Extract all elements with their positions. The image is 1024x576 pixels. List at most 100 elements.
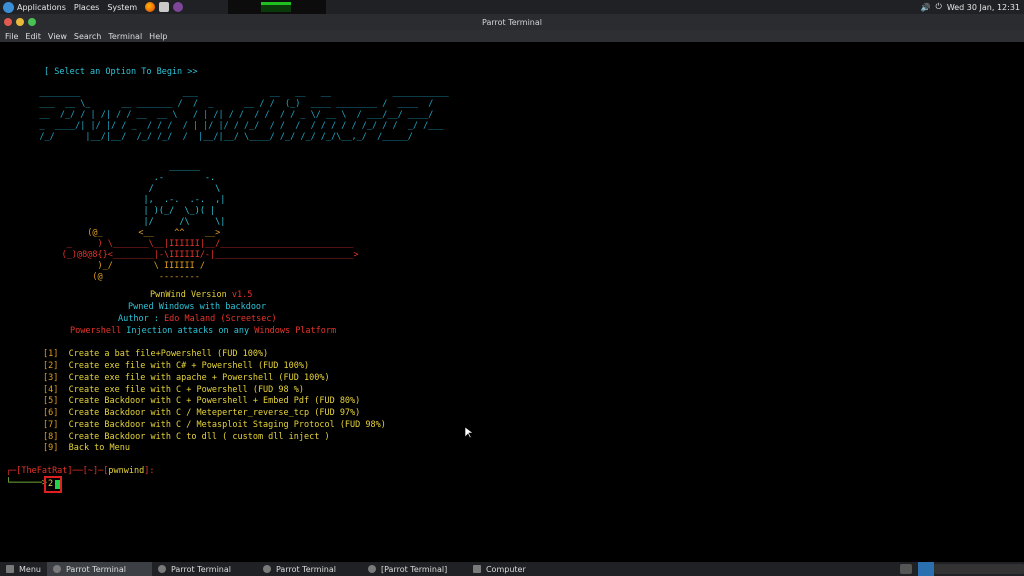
version-number: v1.5	[231, 290, 253, 300]
option-text: Back to Menu	[58, 443, 131, 453]
option-item: [2] Create exe file with C# + Powershell…	[43, 361, 309, 373]
close-window-icon[interactable]	[4, 18, 12, 26]
window-title: Parrot Terminal	[481, 17, 542, 27]
parrot-logo-icon[interactable]	[3, 1, 14, 13]
firefox-launcher-icon[interactable]	[145, 2, 156, 12]
prompt-module: pwnwind	[108, 466, 145, 476]
cpu-graph	[261, 2, 291, 12]
option-text: Create Backdoor with C to dll ( custom d…	[58, 432, 330, 442]
hacker-art-line: (@_ <__ ^^ __>	[0, 228, 221, 238]
option-text: Create Backdoor with C / Metasploit Stag…	[58, 420, 386, 430]
terminal-cursor	[55, 480, 60, 489]
menu-file[interactable]: File	[5, 32, 18, 41]
maximize-window-icon[interactable]	[28, 18, 36, 26]
hacker-art-line: / \	[0, 184, 221, 194]
option-number: [5]	[43, 396, 59, 406]
author-label: Author :	[118, 314, 165, 324]
hacker-art-line: (_)@8@8{}<________|-\IIIIII/-|__________…	[0, 250, 359, 260]
taskbar-item[interactable]: Parrot Terminal	[257, 562, 362, 576]
taskbar-item-label: Parrot Terminal	[170, 564, 231, 574]
window-titlebar[interactable]: Parrot Terminal	[0, 14, 1024, 30]
select-option-prompt: [ Select an Option To Begin >>	[44, 67, 198, 77]
terminal-icon	[52, 565, 61, 573]
power-icon[interactable]: ⏻	[935, 2, 941, 12]
workspace-panel[interactable]	[934, 564, 1024, 574]
places-menu[interactable]: Places	[74, 3, 99, 12]
terminal-icon	[367, 565, 376, 573]
mail-launcher-icon[interactable]	[159, 2, 170, 12]
taskbar-item-label: [Parrot Terminal]	[380, 564, 448, 574]
option-item: [9] Back to Menu	[43, 443, 130, 455]
version-line: PwnWind Version v1.5	[150, 290, 252, 302]
prompt-open: ┌─[	[6, 466, 22, 476]
option-item: [3] Create exe file with apache + Powers…	[43, 373, 330, 385]
menu-help[interactable]: Help	[149, 32, 167, 41]
top-panel: Applications Places System 🔊 ⏻ Wed 30 Ja…	[0, 0, 1024, 14]
ascii-logo-line: ___ __ \_ __ _______ / / _ __ / / (_) __…	[24, 99, 434, 109]
hacker-art-line: |/ /\ \|	[0, 217, 226, 227]
option-item: [5] Create Backdoor with C + Powershell …	[43, 396, 360, 408]
terminal-menubar: File Edit View Search Terminal Help	[0, 30, 1024, 42]
menu-edit[interactable]: Edit	[25, 32, 41, 41]
terminal-area[interactable]: [ Select an Option To Begin >> ________ …	[0, 42, 1024, 562]
option-item: [6] Create Backdoor with C / Meteperter_…	[43, 408, 360, 420]
prompt-arrow: └──────>	[6, 478, 47, 488]
injection-prefix: Powershell	[70, 326, 122, 336]
option-text: Create exe file with apache + Powershell…	[58, 373, 330, 383]
hacker-art-line: | )(_/ \_)( |	[0, 206, 216, 216]
clock[interactable]: Wed 30 Jan, 12:31	[947, 3, 1020, 12]
taskbar-item-label: Parrot Terminal	[65, 564, 126, 574]
taskbar-item[interactable]: [Parrot Terminal]	[362, 562, 467, 576]
ascii-logo-line: _ ____/| |/ |/ / _ / / / / | |/ |/ / /_/…	[24, 121, 444, 131]
menu-terminal[interactable]: Terminal	[108, 32, 142, 41]
option-text: Create Backdoor with C + Powershell + Em…	[58, 396, 361, 406]
hacker-art-line: )_/ \ IIIIII /	[0, 261, 205, 271]
option-text: Create exe file with C + Powershell (FUD…	[58, 385, 304, 395]
option-number: [1]	[43, 349, 59, 359]
option-number: [8]	[43, 432, 59, 442]
terminal-icon	[262, 565, 271, 573]
taskbar-item[interactable]: Parrot Terminal	[46, 562, 152, 576]
option-text: Create a bat file+Powershell (FUD 100%)	[58, 349, 269, 359]
option-number: [2]	[43, 361, 59, 371]
keyboard-layout-icon[interactable]	[900, 564, 912, 574]
option-number: [7]	[43, 420, 59, 430]
system-monitor-applet[interactable]	[228, 0, 326, 14]
applications-menu[interactable]: Applications	[17, 3, 66, 12]
option-number: [4]	[43, 385, 59, 395]
injection-line: Powershell Injection attacks on any Wind…	[70, 326, 336, 338]
option-number: [9]	[43, 443, 59, 453]
ascii-logo-line: ________ ___ __ __ __ ___________	[24, 88, 449, 98]
prompt-user: TheFatRat	[21, 466, 68, 476]
taskbar-item[interactable]: Parrot Terminal	[152, 562, 257, 576]
option-number: [3]	[43, 373, 59, 383]
menu-view[interactable]: View	[48, 32, 67, 41]
workspace-switcher-icon[interactable]	[918, 562, 934, 576]
option-item: [7] Create Backdoor with C / Metasploit …	[43, 420, 386, 432]
prompt-close: ]:	[144, 466, 155, 476]
volume-icon[interactable]: 🔊	[921, 3, 931, 12]
ascii-logo-line: /_/ |__/|__/ /_/ /_/ / |__/|__/ \____/ /…	[24, 132, 413, 142]
system-menu[interactable]: System	[107, 3, 137, 12]
taskbar-menu-button[interactable]: Menu	[0, 562, 47, 576]
shell-prompt: ┌─[TheFatRat]──[~]─[pwnwind]:	[6, 466, 154, 478]
injection-suffix: Windows Platform	[254, 326, 337, 336]
version-label: PwnWind Version	[150, 290, 232, 300]
taskbar-item[interactable]: Computer	[467, 562, 572, 576]
prompt-mid: ]──[~]─[	[67, 466, 109, 476]
option-text: Create Backdoor with C / Meteperter_reve…	[58, 408, 361, 418]
hacker-art-line: ______	[0, 162, 200, 172]
taskbar-item-label: Parrot Terminal	[275, 564, 336, 574]
bottom-panel: Menu Parrot Terminal Parrot Terminal Par…	[0, 562, 1024, 576]
menu-grid-icon	[6, 565, 14, 573]
tor-launcher-icon[interactable]	[173, 2, 184, 12]
author-line: Author : Edo Maland (Screetsec)	[118, 314, 277, 326]
option-item: [8] Create Backdoor with C to dll ( cust…	[43, 432, 330, 444]
tagline: Pwned Windows with backdoor	[128, 302, 267, 312]
menu-search[interactable]: Search	[74, 32, 101, 41]
typed-input[interactable]: 2	[48, 479, 53, 491]
minimize-window-icon[interactable]	[16, 18, 24, 26]
mouse-pointer-icon	[465, 427, 473, 439]
taskbar-item-label: Computer	[485, 564, 526, 574]
author-name: Edo Maland (Screetsec)	[164, 314, 277, 324]
